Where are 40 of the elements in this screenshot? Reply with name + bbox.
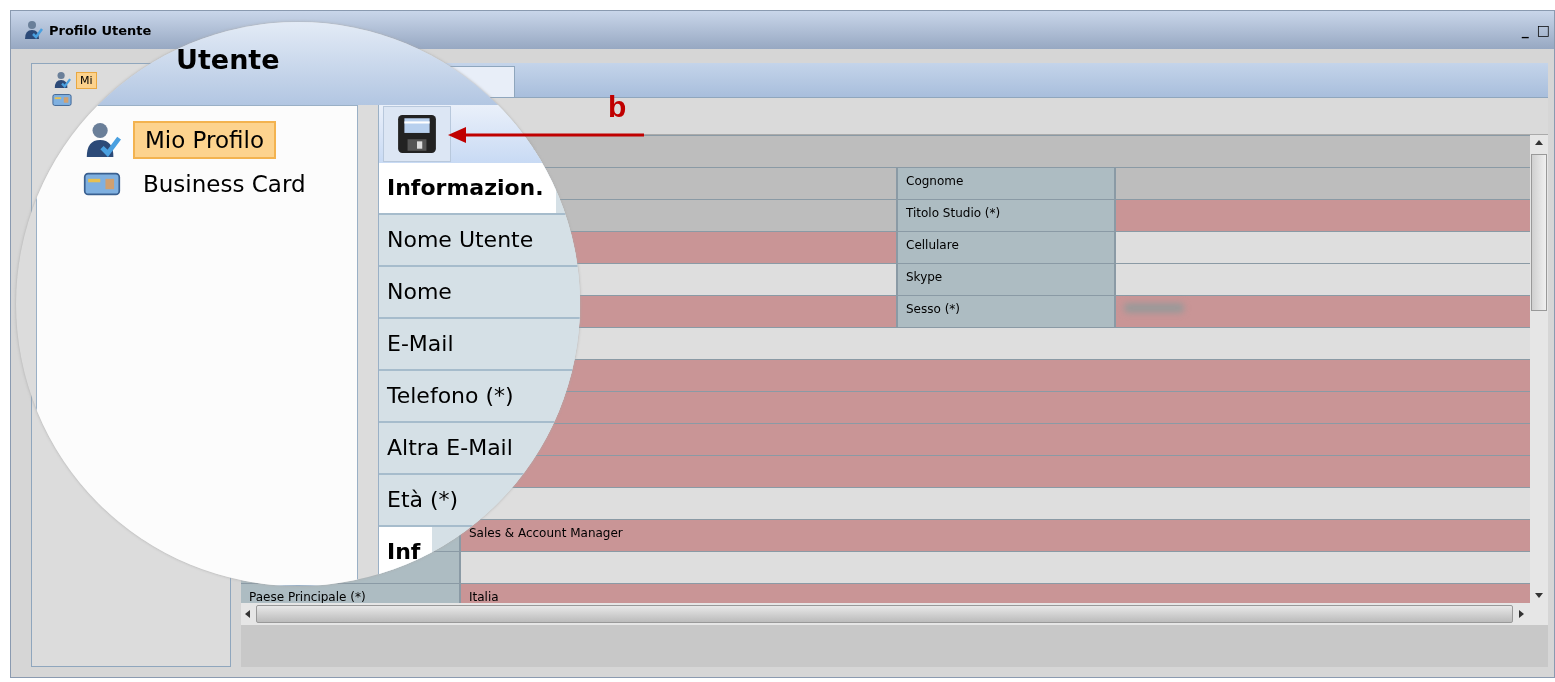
card-icon <box>52 91 72 109</box>
tree-item[interactable]: Mio Profilo <box>133 121 277 159</box>
field-label: Telefono (*) <box>386 382 515 410</box>
scroll-right-icon[interactable] <box>1519 610 1524 618</box>
tree-item[interactable]: Business Card <box>133 167 316 201</box>
horizontal-scrollbar[interactable] <box>241 603 1548 625</box>
tree-item[interactable]: Mi <box>76 71 97 89</box>
value-field[interactable] <box>1116 296 1530 327</box>
annotation-label: b <box>608 92 627 122</box>
section-header: Informazion. <box>379 163 556 213</box>
value-field[interactable] <box>1116 168 1530 199</box>
field-label: Skype <box>898 264 1114 295</box>
user-icon <box>52 71 72 89</box>
window-title: Utente <box>176 44 280 75</box>
save-button[interactable] <box>383 106 451 162</box>
window-title: Profilo Utente <box>49 22 152 38</box>
field-label: Nome <box>386 278 453 306</box>
minimize-button[interactable]: _ <box>1521 23 1529 37</box>
vertical-scrollbar[interactable] <box>1530 135 1548 603</box>
field-label: Altra E-Mail <box>386 434 514 462</box>
value-field[interactable] <box>1116 200 1530 231</box>
field-label: E-Mail <box>386 330 455 358</box>
maximize-button[interactable]: □ <box>1536 23 1550 37</box>
scroll-down-icon[interactable] <box>1535 593 1543 598</box>
value-field[interactable] <box>1116 264 1530 295</box>
field-label: Cognome <box>898 168 1114 199</box>
field-label: Sesso (*) <box>898 296 1114 327</box>
field-label: Cellulare <box>898 232 1114 263</box>
value-field[interactable] <box>461 552 1530 583</box>
field-label: Paese Principale (*) <box>241 584 459 603</box>
blurred-text <box>1124 303 1184 313</box>
value-field[interactable]: Italia <box>461 584 1530 603</box>
scroll-left-icon[interactable] <box>245 610 250 618</box>
field-label: Titolo Studio (*) <box>898 200 1114 231</box>
scroll-up-icon[interactable] <box>1535 140 1543 145</box>
field-label: Nome Utente <box>386 226 535 254</box>
field-label: Età (*) <box>386 486 460 514</box>
value-field[interactable]: Sales & Account Manager <box>461 520 1530 551</box>
value-field[interactable] <box>1116 232 1530 263</box>
user-icon <box>23 20 43 40</box>
